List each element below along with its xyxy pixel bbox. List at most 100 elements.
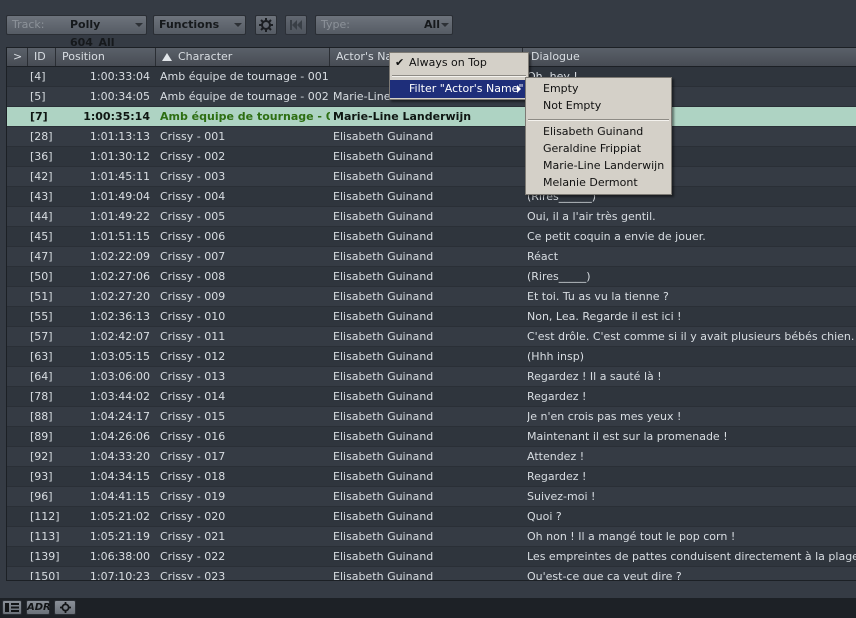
row-position-cell: 1:04:41:15 [89,490,150,503]
row-position-cell: 1:01:51:15 [89,230,150,243]
filter-actor-item[interactable]: Filter "Actor's Name" [390,80,528,98]
table-row[interactable]: [43] 1:01:49:04 Crissy - 004 Elisabeth Guin… [7,187,856,207]
dialogue-column-header[interactable]: Dialogue [523,48,856,66]
id-column-header[interactable]: ID [28,48,56,66]
bottom-settings-button[interactable] [54,600,76,615]
context-menu: ✔ Always on Top Filter "Actor's Name" [389,52,529,100]
row-position-cell: 1:01:13:13 [89,130,150,143]
row-position-cell: 1:02:27:20 [89,290,150,303]
row-character-cell: Crissy - 013 [160,370,226,383]
row-dialogue-cell: Oui, il a l'air très gentil. [527,210,656,223]
filter-not-empty-item[interactable]: Not Empty [543,97,601,115]
table-row[interactable]: [88] 1:04:24:17 Crissy - 015 Elisabeth Guin… [7,407,856,427]
actor-filter-submenu: Empty Not Empty Elisabeth Guinand Gerald… [525,77,672,195]
table-row[interactable]: [63] 1:03:05:15 Crissy - 012 Elisabeth Guin… [7,347,856,367]
row-id-cell: [92] [30,450,53,463]
filter-actor-marie-line-item[interactable]: Marie-Line Landerwijn [543,157,664,175]
sort-ascending-icon [162,53,172,61]
row-character-cell: Crissy - 020 [160,510,226,523]
type-selector[interactable]: Type: All [315,15,453,35]
expand-column-header[interactable]: > [7,48,28,66]
row-dialogue-cell: C'est drôle. C'est comme si il y avait p… [527,330,855,343]
row-character-cell: Crissy - 011 [160,330,226,343]
table-row[interactable]: [93] 1:04:34:15 Crissy - 018 Elisabeth Guin… [7,467,856,487]
adr-button[interactable]: ADR [26,600,51,615]
row-position-cell: 1:00:34:05 [89,90,150,103]
row-position-cell: 1:01:45:11 [89,170,150,183]
table-row[interactable]: [78] 1:03:44:02 Crissy - 014 Elisabeth Guin… [7,387,856,407]
table-row[interactable]: [42] 1:01:45:11 Crissy - 003 Elisabeth Guin… [7,167,856,187]
row-position-cell: 1:01:49:22 [89,210,150,223]
row-actor-cell: Elisabeth Guinand [333,150,434,163]
table-row[interactable]: [44] 1:01:49:22 Crissy - 005 Elisabeth Guin… [7,207,856,227]
row-character-cell: Crissy - 007 [160,250,226,263]
filter-actor-elisabeth-item[interactable]: Elisabeth Guinand [543,123,643,141]
type-label: Type: [321,18,350,31]
character-column-header[interactable]: Character [156,48,330,66]
row-character-cell: Crissy - 018 [160,470,226,483]
table-row[interactable]: [64] 1:03:06:00 Crissy - 013 Elisabeth Guin… [7,367,856,387]
row-dialogue-cell: Et toi. Tu as vu la tienne ? [527,290,669,303]
row-dialogue-cell: Maintenant il est sur la promenade ! [527,430,728,443]
functions-label: Functions [159,18,220,31]
table-row[interactable]: [45] 1:01:51:15 Crissy - 006 Elisabeth Guin… [7,227,856,247]
table-row[interactable]: [150] 1:07:10:23 Crissy - 023 Elisabeth Gui… [7,567,856,581]
table-row[interactable]: [139] 1:06:38:00 Crissy - 022 Elisabeth Gui… [7,547,856,567]
table-row[interactable]: [47] 1:02:22:09 Crissy - 007 Elisabeth Guin… [7,247,856,267]
row-actor-cell: Elisabeth Guinand [333,330,434,343]
row-actor-cell: Elisabeth Guinand [333,430,434,443]
filter-actor-melanie-item[interactable]: Melanie Dermont [543,174,638,192]
table-row[interactable]: [92] 1:04:33:20 Crissy - 017 Elisabeth Guin… [7,447,856,467]
row-id-cell: [55] [30,310,53,323]
table-row[interactable]: [112] 1:05:21:02 Crissy - 020 Elisabeth Gui… [7,507,856,527]
toolbar: Track: Polly 604_All Functions Type: All [6,15,856,49]
row-position-cell: 1:03:05:15 [89,350,150,363]
track-selector[interactable]: Track: Polly 604_All [6,15,147,49]
table-row[interactable]: [113] 1:05:21:19 Crissy - 021 Elisabeth Gui… [7,527,856,547]
table-row[interactable]: [36] 1:01:30:12 Crissy - 002 Elisabeth Guin… [7,147,856,167]
position-column-header[interactable]: Position [56,48,156,66]
table-row[interactable]: [96] 1:04:41:15 Crissy - 019 Elisabeth Guin… [7,487,856,507]
row-character-cell: Amb équipe de tournage - 002 [160,90,329,103]
row-actor-cell: Elisabeth Guinand [333,170,434,183]
table-row[interactable]: [55] 1:02:36:13 Crissy - 010 Elisabeth Guin… [7,307,856,327]
row-dialogue-cell: Regardez ! Il a sauté là ! [527,370,662,383]
table-row[interactable]: [50] 1:02:27:06 Crissy - 008 Elisabeth Guin… [7,267,856,287]
gear-icon [259,18,273,32]
row-character-cell: Amb équipe de tournage - 001 [160,70,329,83]
functions-menu[interactable]: Functions [153,15,246,35]
filter-actor-geraldine-item[interactable]: Geraldine Frippiat [543,140,641,158]
row-id-cell: [88] [30,410,53,423]
row-id-cell: [5] [30,90,46,103]
row-character-cell: Crissy - 022 [160,550,226,563]
type-value: All [423,18,440,31]
row-dialogue-cell: (Hhh insp) [527,350,585,363]
row-character-cell: Crissy - 021 [160,530,226,543]
table-row-selected[interactable]: [7] 1:00:35:14 Amb équipe de tournage - 00… [7,107,856,127]
row-id-cell: [28] [30,130,53,143]
row-actor-cell: Elisabeth Guinand [333,310,434,323]
row-position-cell: 1:05:21:02 [89,510,150,523]
table-row[interactable]: [57] 1:02:42:07 Crissy - 011 Elisabeth Guin… [7,327,856,347]
row-actor-cell: Elisabeth Guinand [333,350,434,363]
always-on-top-item[interactable]: ✔ Always on Top [390,54,528,72]
row-actor-cell: Elisabeth Guinand [333,250,434,263]
row-actor-cell: Elisabeth Guinand [333,570,434,581]
row-dialogue-cell: Regardez ! [527,390,587,403]
settings-button[interactable] [255,15,277,35]
layout-icon [5,603,19,612]
filter-actor-label: Filter "Actor's Name" [409,82,524,95]
row-position-cell: 1:00:35:14 [83,110,150,123]
row-id-cell: [50] [30,270,53,283]
layout-button[interactable] [2,600,22,615]
rewind-button[interactable] [285,15,307,35]
row-character-cell: Crissy - 023 [160,570,226,581]
row-character-cell: Crissy - 005 [160,210,226,223]
table-row[interactable]: [28] 1:01:13:13 Crissy - 001 Elisabeth Guin… [7,127,856,147]
row-character-cell: Crissy - 009 [160,290,226,303]
table-row[interactable]: [51] 1:02:27:20 Crissy - 009 Elisabeth Guin… [7,287,856,307]
checkmark-icon: ✔ [395,56,405,69]
table-row[interactable]: [89] 1:04:26:06 Crissy - 016 Elisabeth Guin… [7,427,856,447]
row-position-cell: 1:01:30:12 [89,150,150,163]
filter-empty-item[interactable]: Empty [543,80,578,98]
